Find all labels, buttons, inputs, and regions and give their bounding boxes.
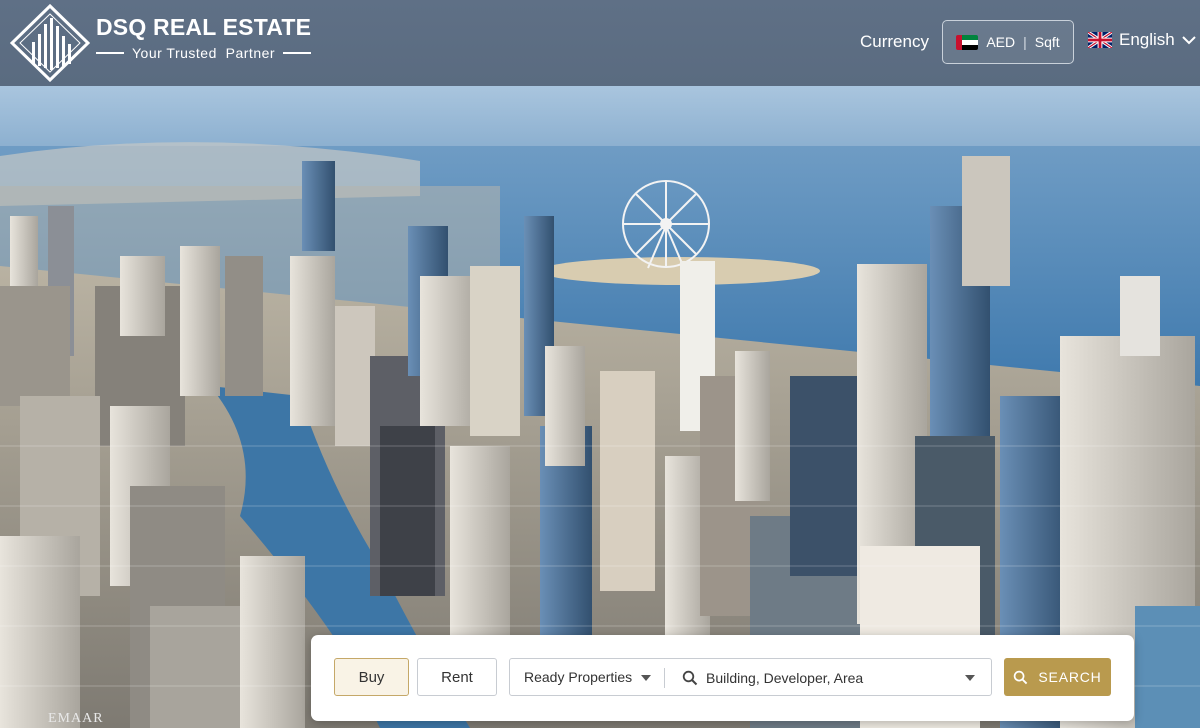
brand-name: DSQ REAL ESTATE [96, 14, 312, 40]
dubai-marina-skyline-image: EMAAR [0, 86, 1200, 728]
search-button-label: SEARCH [1038, 669, 1102, 685]
currency-label: Currency [860, 32, 929, 51]
ain-dubai-wheel [622, 180, 710, 269]
property-type-dropdown[interactable]: Ready Properties [524, 669, 632, 685]
currency-code: AED [986, 34, 1016, 50]
language-selector[interactable]: English [1088, 30, 1196, 50]
brand[interactable]: DSQ REAL ESTATE Your Trusted Partner [96, 14, 312, 61]
uae-flag-icon [956, 34, 979, 50]
currency-separator: | [1023, 34, 1027, 50]
caret-down-icon[interactable] [641, 675, 651, 681]
search-button[interactable]: SEARCH [1004, 658, 1111, 696]
site-header: DSQ REAL ESTATE Your Trusted Partner Cur… [0, 0, 1200, 86]
tagline-line-left [96, 52, 124, 54]
currency-selector-button[interactable]: AED | Sqft [942, 20, 1074, 64]
language-label: English [1119, 30, 1175, 49]
divider [664, 668, 665, 688]
property-search-panel: Buy Rent Ready Properties SEARCH [311, 635, 1134, 721]
uk-flag-icon [1088, 32, 1112, 48]
area-unit: Sqft [1034, 34, 1060, 50]
chevron-down-icon [1182, 36, 1196, 45]
tab-rent[interactable]: Rent [417, 658, 497, 696]
tab-buy[interactable]: Buy [334, 658, 409, 696]
tagline-line-right [283, 52, 312, 54]
logo-icon[interactable] [10, 4, 90, 82]
search-icon [1014, 670, 1028, 684]
caret-down-icon[interactable] [965, 675, 975, 681]
hero-image: EMAAR [0, 86, 1200, 728]
search-icon [682, 670, 698, 686]
search-input[interactable] [706, 665, 956, 691]
brand-tagline-row: Your Trusted Partner [96, 45, 312, 61]
brand-tagline: Your Trusted Partner [132, 45, 276, 61]
search-field-group: Ready Properties [509, 658, 992, 696]
emaar-sign: EMAAR [48, 711, 104, 726]
